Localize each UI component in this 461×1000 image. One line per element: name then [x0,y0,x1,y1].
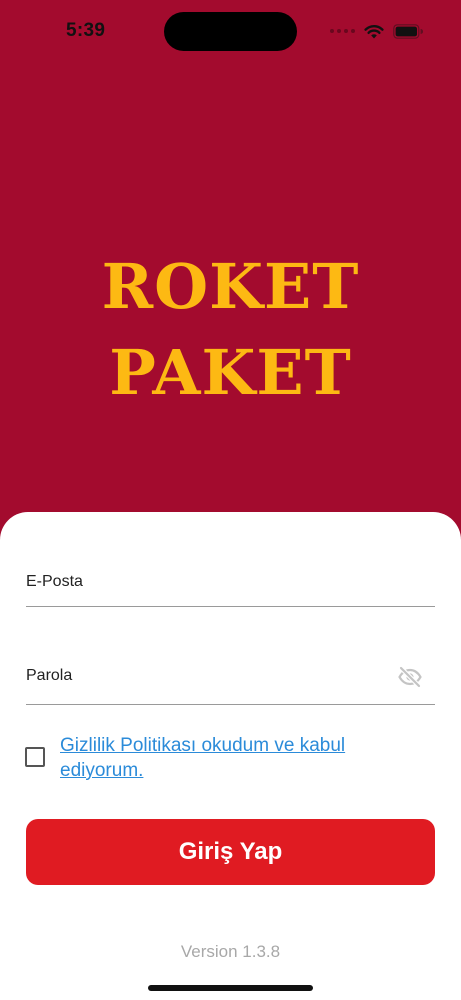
password-field [26,654,435,705]
email-field [26,560,435,607]
dynamic-island [164,12,297,51]
home-indicator [148,985,313,991]
signal-dots-icon [330,29,355,33]
battery-icon [393,23,423,39]
status-icons [330,22,423,40]
privacy-policy-link[interactable]: Gizlilik Politikası okudum ve kabul ediy… [60,733,420,783]
logo-line-1: ROKET [101,250,360,323]
status-time: 5:39 [66,20,106,41]
logo-line-2: PAKET [109,336,352,409]
eye-off-icon[interactable] [397,664,423,690]
login-screen: 5:39 ROKET PAKET E-Posta Gizlilik Politi… [0,0,461,1000]
version-label: Version 1.3.8 [180,942,281,961]
email-input[interactable] [26,560,386,604]
password-input[interactable] [26,654,386,698]
privacy-policy-checkbox[interactable] [25,747,45,767]
login-button[interactable]: Giriş Yap [26,819,435,885]
wifi-icon [364,24,384,39]
